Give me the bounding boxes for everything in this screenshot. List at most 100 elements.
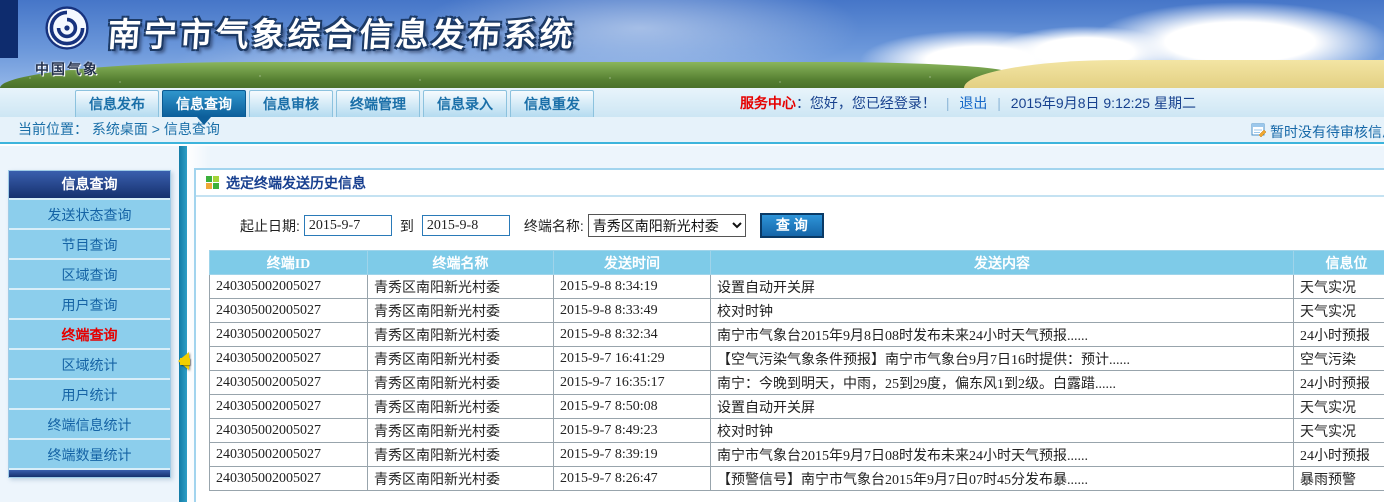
column-header: 信息位 — [1294, 251, 1384, 275]
sidebar-item[interactable]: 节目查询 — [9, 228, 170, 258]
table-cell: 校对时钟 — [711, 419, 1294, 443]
table-row: 240305002005027青秀区南阳新光村委2015-9-7 8:39:19… — [210, 443, 1384, 467]
cma-spiral-icon — [43, 4, 91, 52]
nav-tab[interactable]: 信息重发 — [510, 90, 594, 117]
column-header: 发送时间 — [554, 251, 711, 275]
page-title: 南宁市气象综合信息发布系统 — [106, 8, 577, 56]
table-cell: 青秀区南阳新光村委 — [368, 443, 554, 467]
table-cell: 240305002005027 — [210, 347, 368, 371]
table-cell: 【预警信号】南宁市气象台2015年9月7日07时45分发布暴...... — [711, 467, 1294, 491]
datetime-text: 2015年9月8日 9:12:25 星期二 — [1011, 95, 1196, 111]
table-cell: 240305002005027 — [210, 371, 368, 395]
table-cell: 240305002005027 — [210, 467, 368, 491]
app-window: 中国气象 南宁市气象综合信息发布系统 信息发布信息查询信息审核终端管理信息录入信… — [0, 0, 1384, 502]
cma-logo: 中国气象 — [24, 4, 110, 79]
table-cell: 南宁：今晚到明天，中雨，25到29度，偏东风1到2级。白露踖...... — [711, 371, 1294, 395]
grass-flowers-decor — [0, 70, 1010, 88]
sidebar-item[interactable]: 终端数量统计 — [9, 438, 170, 468]
table-cell: 设置自动开关屏 — [711, 395, 1294, 419]
sidebar-collapse-arrow-icon[interactable] — [169, 352, 195, 370]
sidebar-item[interactable]: 终端查询 — [9, 318, 170, 348]
service-center-label: 服务中心 — [740, 95, 796, 111]
nav-tab[interactable]: 信息录入 — [423, 90, 507, 117]
sidebar-item[interactable]: 发送状态查询 — [9, 198, 170, 228]
terminal-name-label: 终端名称: — [524, 216, 584, 236]
session-info: 服务中心：您好，您已经登录！ | 退出 | 2015年9月8日 9:12:25 … — [740, 93, 1196, 113]
banner: 中国气象 南宁市气象综合信息发布系统 — [0, 0, 1384, 88]
column-header: 发送内容 — [711, 251, 1294, 275]
table-cell: 青秀区南阳新光村委 — [368, 419, 554, 443]
table-cell: 南宁市气象台2015年9月8日08时发布未来24小时天气预报...... — [711, 323, 1294, 347]
table-row: 240305002005027青秀区南阳新光村委2015-9-8 8:34:19… — [210, 275, 1384, 299]
table-cell: 青秀区南阳新光村委 — [368, 299, 554, 323]
grid-squares-icon — [206, 176, 212, 182]
table-cell: 空气污染 — [1294, 347, 1384, 371]
table-cell: 天气实况 — [1294, 419, 1384, 443]
sidebar-item[interactable]: 区域统计 — [9, 348, 170, 378]
panel-header: 选定终端发送历史信息 — [196, 170, 1384, 197]
table-row: 240305002005027青秀区南阳新光村委2015-9-7 8:49:23… — [210, 419, 1384, 443]
table-cell: 2015-9-8 8:34:19 — [554, 275, 711, 299]
wheat-field-decor — [964, 60, 1384, 88]
table-row: 240305002005027青秀区南阳新光村委2015-9-8 8:32:34… — [210, 323, 1384, 347]
table-cell: 24小时预报 — [1294, 371, 1384, 395]
logout-link[interactable]: 退出 — [959, 95, 987, 111]
table-cell: 240305002005027 — [210, 395, 368, 419]
table-cell: 青秀区南阳新光村委 — [368, 323, 554, 347]
table-row: 240305002005027青秀区南阳新光村委2015-9-7 16:35:1… — [210, 371, 1384, 395]
date-to-input[interactable] — [422, 215, 510, 236]
breadcrumb-label: 当前位置： — [18, 121, 88, 137]
table-cell: 青秀区南阳新光村委 — [368, 467, 554, 491]
table-row: 240305002005027青秀区南阳新光村委2015-9-7 8:50:08… — [210, 395, 1384, 419]
navbar: 信息发布信息查询信息审核终端管理信息录入信息重发 服务中心：您好，您已经登录！ … — [0, 88, 1384, 117]
sidebar-item[interactable]: 用户查询 — [9, 288, 170, 318]
nav-tab[interactable]: 终端管理 — [336, 90, 420, 117]
table-cell: 南宁市气象台2015年9月7日08时发布未来24小时天气预报...... — [711, 443, 1294, 467]
sidebar-item[interactable]: 终端信息统计 — [9, 408, 170, 438]
logo-caption: 中国气象 — [24, 59, 110, 79]
table-cell: 2015-9-7 8:39:19 — [554, 443, 711, 467]
sidebar-divider[interactable] — [179, 146, 187, 502]
column-header: 终端ID — [210, 251, 368, 275]
nav-tab[interactable]: 信息查询 — [162, 90, 246, 117]
table-cell: 24小时预报 — [1294, 443, 1384, 467]
greeting-text: ：您好，您已经登录！ — [796, 95, 936, 111]
table-cell: 240305002005027 — [210, 419, 368, 443]
sidebar: 信息查询 发送状态查询节目查询区域查询用户查询终端查询区域统计用户统计终端信息统… — [8, 170, 171, 478]
table-row: 240305002005027青秀区南阳新光村委2015-9-7 8:26:47… — [210, 467, 1384, 491]
table-cell: 2015-9-7 8:49:23 — [554, 419, 711, 443]
banner-corner-decor — [0, 0, 18, 58]
review-notice[interactable]: 暂时没有待审核信息 — [1251, 120, 1384, 145]
table-cell: 校对时钟 — [711, 299, 1294, 323]
table-cell: 天气实况 — [1294, 275, 1384, 299]
table-cell: 2015-9-8 8:32:34 — [554, 323, 711, 347]
table-cell: 240305002005027 — [210, 323, 368, 347]
table-cell: 设置自动开关屏 — [711, 275, 1294, 299]
table-cell: 240305002005027 — [210, 299, 368, 323]
nav-tab[interactable]: 信息审核 — [249, 90, 333, 117]
table-header-row: 终端ID终端名称发送时间发送内容信息位 — [210, 251, 1384, 275]
table-cell: 青秀区南阳新光村委 — [368, 347, 554, 371]
table-cell: 天气实况 — [1294, 299, 1384, 323]
table-cell: 2015-9-7 16:35:17 — [554, 371, 711, 395]
terminal-select[interactable]: 青秀区南阳新光村委 — [588, 214, 746, 237]
table-row: 240305002005027青秀区南阳新光村委2015-9-8 8:33:49… — [210, 299, 1384, 323]
table-cell: 240305002005027 — [210, 275, 368, 299]
column-header: 终端名称 — [368, 251, 554, 275]
panel-title: 选定终端发送历史信息 — [226, 173, 366, 193]
date-range-label: 起止日期: — [240, 216, 300, 236]
date-from-input[interactable] — [304, 215, 392, 236]
table-cell: 2015-9-7 8:26:47 — [554, 467, 711, 491]
sidebar-item[interactable]: 用户统计 — [9, 378, 170, 408]
table-cell: 青秀区南阳新光村委 — [368, 275, 554, 299]
table-cell: 青秀区南阳新光村委 — [368, 371, 554, 395]
content-area: 信息查询 发送状态查询节目查询区域查询用户查询终端查询区域统计用户统计终端信息统… — [0, 146, 1384, 502]
separator: | — [946, 95, 950, 111]
history-table: 终端ID终端名称发送时间发送内容信息位 240305002005027青秀区南阳… — [209, 250, 1384, 491]
query-button[interactable]: 查 询 — [760, 213, 824, 238]
table-cell: 青秀区南阳新光村委 — [368, 395, 554, 419]
filter-toolbar: 起止日期: 到 终端名称: 青秀区南阳新光村委 查 询 — [240, 213, 1384, 238]
sidebar-item[interactable]: 区域查询 — [9, 258, 170, 288]
table-cell: 【空气污染气象条件预报】南宁市气象台9月7日16时提供：预计...... — [711, 347, 1294, 371]
nav-tab[interactable]: 信息发布 — [75, 90, 159, 117]
